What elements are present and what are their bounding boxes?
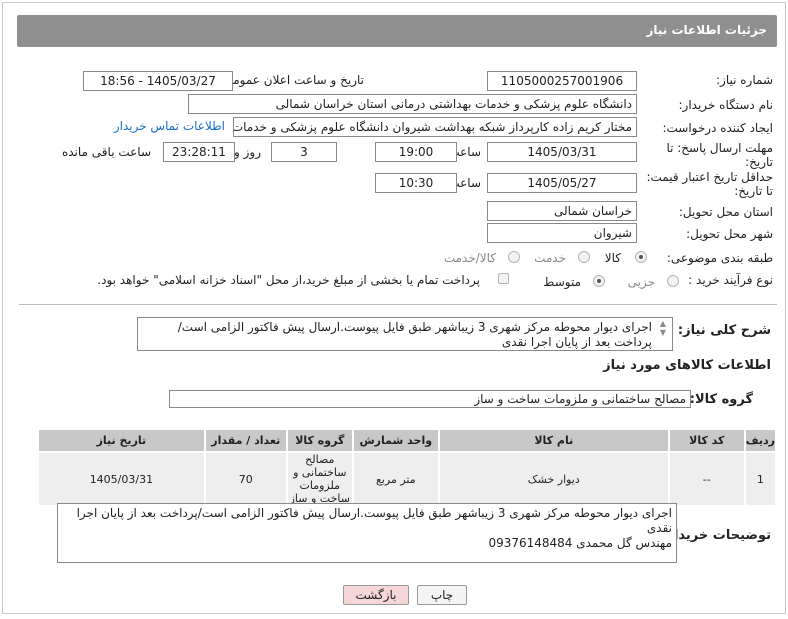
purchase-radio-minor[interactable] <box>667 275 679 287</box>
purchase-option-minor: جزیی <box>627 275 655 289</box>
col-unit: واحد شمارش <box>351 428 440 453</box>
print-button[interactable]: چاپ <box>417 585 467 605</box>
divider <box>19 304 777 305</box>
col-row: ردیف <box>743 428 778 453</box>
need-number-field: 1105000257001906 <box>487 71 637 91</box>
cell-unit: متر مربع <box>351 451 440 507</box>
cell-name: دیوار خشک <box>437 451 670 507</box>
buyer-notes-textarea[interactable]: اجرای دیوار محوطه مرکز شهری 3 زیباشهر طب… <box>57 503 677 563</box>
goods-info-title: اطلاعات کالاهای مورد نیاز <box>603 358 771 373</box>
details-panel: جزئیات اطلاعات نیاز شماره نیاز: 11050002… <box>2 2 786 614</box>
category-label: طبقه بندی موضوعی: <box>666 251 773 265</box>
delivery-city-field: شیروان <box>487 223 637 243</box>
price-validity-label: حداقل تاریخ اعتبار قیمت: <box>646 170 773 184</box>
buyer-contact-link[interactable]: اطلاعات تماس خریدار <box>114 119 225 133</box>
cell-code: -- <box>667 451 746 507</box>
purchase-type-label: نوع فرآیند خرید : <box>688 273 773 287</box>
description-text: اجرای دیوار محوطه مرکز شهری 3 زیباشهر طب… <box>177 320 652 349</box>
buyer-notes-label: توضیحات خریدار: <box>661 528 771 543</box>
announce-datetime-label: تاریخ و ساعت اعلان عمومی: <box>219 73 364 87</box>
back-button[interactable]: بازگشت <box>343 585 409 605</box>
purchase-radio-medium[interactable] <box>593 275 605 287</box>
cell-quantity: 70 <box>203 451 288 507</box>
col-group: گروه کالا <box>285 428 354 453</box>
treasury-payment-note: پرداخت تمام یا بخشی از مبلغ خرید،از محل … <box>97 273 480 287</box>
category-radio-goods[interactable] <box>635 251 647 263</box>
table-row: 1 -- دیوار خشک متر مربع مصالح ساختمانی و… <box>37 451 778 507</box>
category-option-goods: کالا <box>604 251 621 265</box>
category-option-service: خدمت <box>534 251 566 265</box>
page-title: جزئیات اطلاعات نیاز <box>646 23 767 37</box>
goods-table: ردیف کد کالا نام کالا واحد شمارش گروه کا… <box>37 428 778 507</box>
purchase-option-medium: متوسط <box>543 275 581 289</box>
reply-deadline-label-2: تاریخ: <box>745 155 773 169</box>
need-number-label: شماره نیاز: <box>716 73 773 87</box>
price-validity-time: 10:30 <box>375 173 457 193</box>
description-textarea[interactable]: اجرای دیوار محوطه مرکز شهری 3 زیباشهر طب… <box>137 317 673 351</box>
col-need-date: تاریخ نیاز <box>37 428 206 453</box>
panel-header: جزئیات اطلاعات نیاز <box>17 15 777 47</box>
days-label: روز و <box>234 145 261 159</box>
category-radio-both[interactable] <box>508 251 520 263</box>
treasury-payment-checkbox[interactable] <box>498 273 509 284</box>
delivery-province-label: استان محل تحویل: <box>678 205 773 219</box>
col-code: کد کالا <box>667 428 746 453</box>
requester-label: ایجاد کننده درخواست: <box>662 121 773 135</box>
scroll-arrows-icon[interactable]: ▲ ▼ <box>656 319 670 349</box>
cell-group: مصالح ساختمانی و ملزومات ساخت و ساز <box>285 451 354 507</box>
category-option-both: کالا/خدمت <box>443 251 496 265</box>
buyer-org-field: دانشگاه علوم پزشکی و خدمات بهداشتی درمان… <box>188 94 637 114</box>
buyer-notes-line1: اجرای دیوار محوطه مرکز شهری 3 زیباشهر طب… <box>76 506 672 535</box>
price-validity-date: 1405/05/27 <box>487 173 637 193</box>
col-quantity: تعداد / مقدار <box>203 428 288 453</box>
price-validity-label-2: تا تاریخ: <box>734 184 773 198</box>
description-label: شرح کلی نیاز: <box>677 323 771 338</box>
remaining-label: ساعت باقی مانده <box>61 145 151 159</box>
delivery-city-label: شهر محل تحویل: <box>686 227 773 241</box>
buyer-notes-line2: مهندس گل محمدی 09376148484 <box>488 536 672 550</box>
buyer-org-label: نام دستگاه خریدار: <box>678 98 774 112</box>
cell-row: 1 <box>743 451 778 507</box>
reply-deadline-time: 19:00 <box>375 142 457 162</box>
delivery-province-field: خراسان شمالی <box>487 201 637 221</box>
requester-field: مختار کریم زاده کارپرداز شبکه بهداشت شیر… <box>233 117 637 137</box>
announce-datetime-field: 1405/03/27 - 18:56 <box>83 71 233 91</box>
cell-need-date: 1405/03/31 <box>37 451 206 507</box>
reply-days-field: 3 <box>271 142 337 162</box>
remaining-time-field: 23:28:11 <box>163 142 235 162</box>
category-radio-service[interactable] <box>578 251 590 263</box>
goods-group-field: مصالح ساختمانی و ملزومات ساخت و ساز <box>169 390 691 408</box>
goods-group-label: گروه کالا: <box>689 392 753 407</box>
reply-deadline-date: 1405/03/31 <box>487 142 637 162</box>
reply-deadline-label: مهلت ارسال پاسخ: تا <box>666 141 773 155</box>
table-header-row: ردیف کد کالا نام کالا واحد شمارش گروه کا… <box>37 428 778 453</box>
col-name: نام کالا <box>437 428 670 453</box>
